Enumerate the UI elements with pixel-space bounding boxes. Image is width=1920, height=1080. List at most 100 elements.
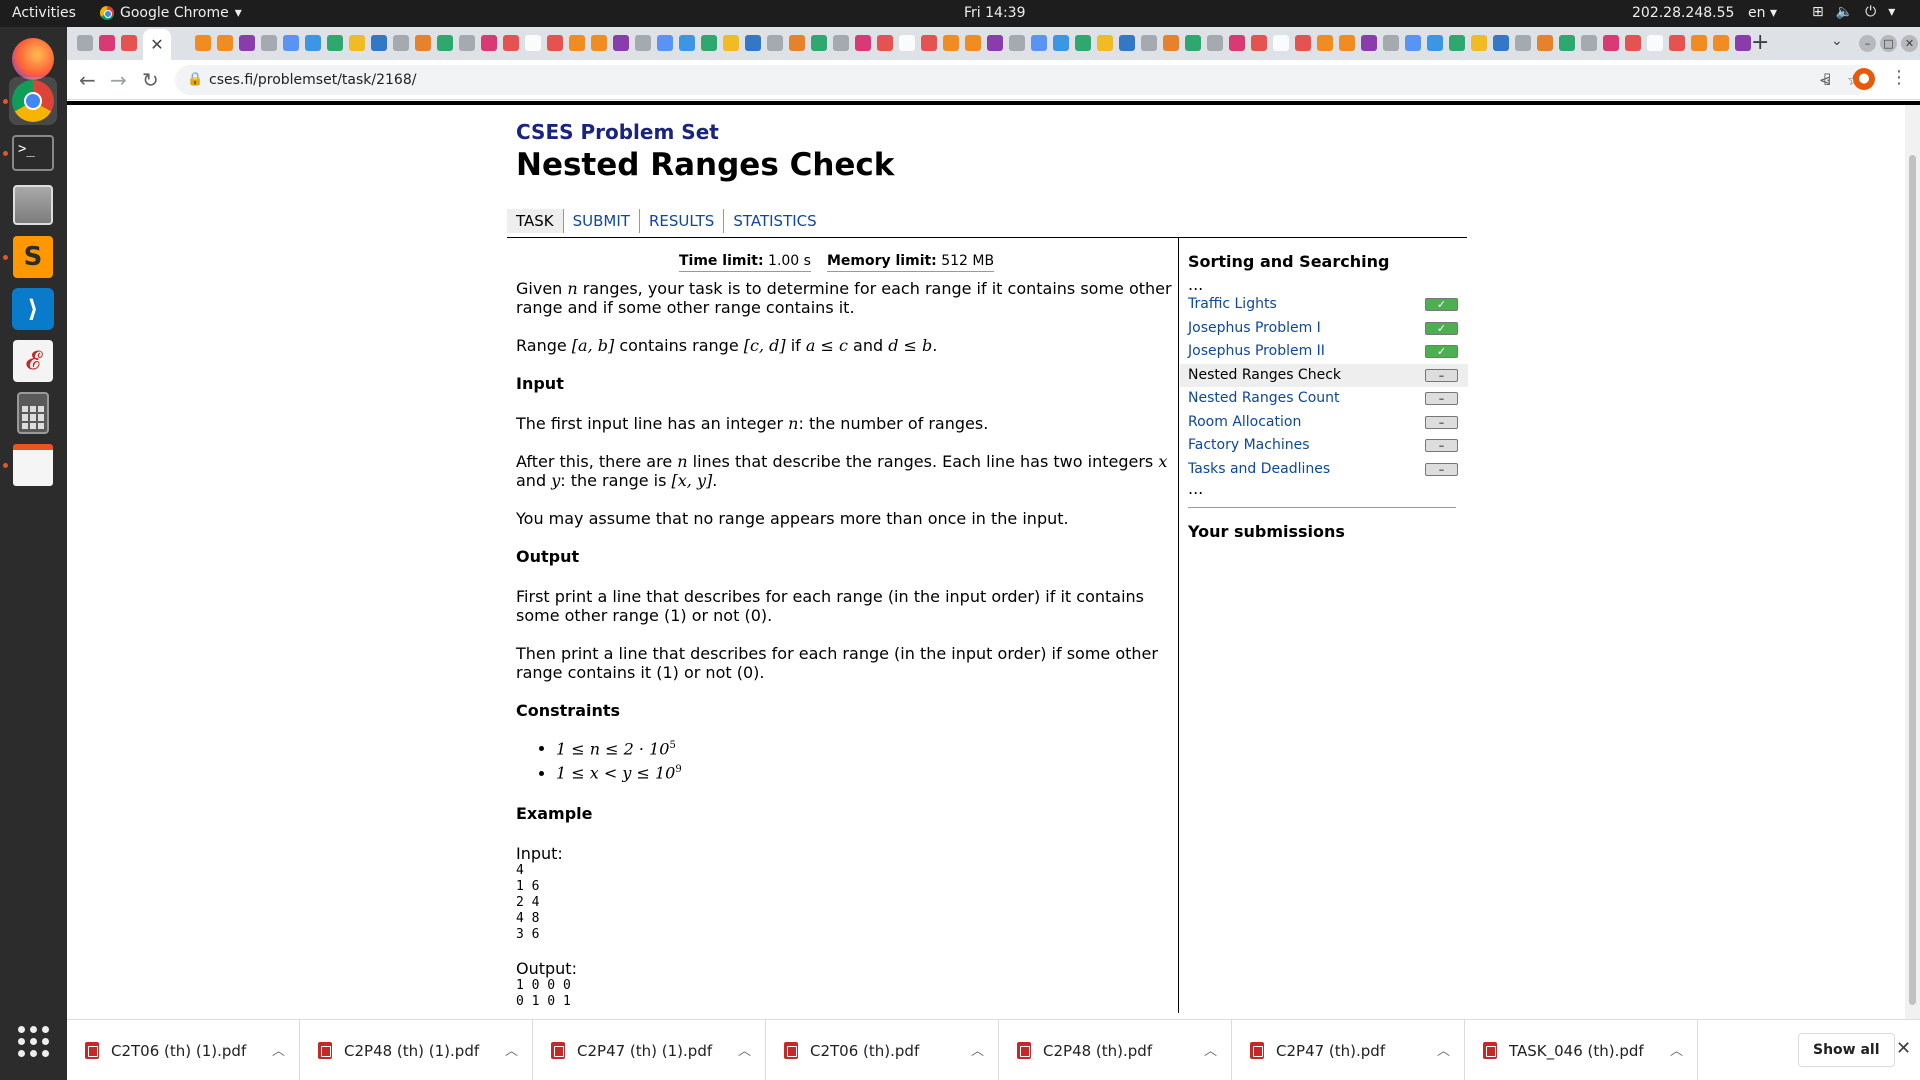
tab-favicon[interactable] [525, 35, 541, 51]
tab-task[interactable]: TASK [507, 209, 564, 233]
sidebar-task-item[interactable]: Josephus Problem II ✓ [1188, 340, 1468, 364]
tab-favicon[interactable] [305, 35, 321, 51]
tab-favicon[interactable] [1097, 35, 1113, 51]
chevron-up-icon[interactable]: ︿ [1437, 1040, 1450, 1059]
url-text[interactable]: cses.fi/problemset/task/2168/ [209, 72, 416, 88]
download-item[interactable]: C2P47 (th) (1).pdf ︿ [533, 1020, 766, 1080]
tab-favicon[interactable] [789, 35, 805, 51]
dock-firefox[interactable] [9, 35, 57, 83]
sidebar-task-item[interactable]: Nested Ranges Check – [1180, 363, 1468, 387]
tab-favicon[interactable] [811, 35, 827, 51]
menu-kebab-icon[interactable]: ⋮ [1890, 67, 1908, 88]
close-icon[interactable]: ✕ [1896, 1038, 1911, 1059]
tab-favicon[interactable] [1713, 35, 1729, 51]
tab-favicon[interactable] [371, 35, 387, 51]
tab-favicon[interactable] [1691, 35, 1707, 51]
sidebar-task-item[interactable]: Tasks and Deadlines – [1188, 458, 1468, 482]
minimize-icon[interactable]: – [1859, 35, 1876, 52]
page-scrollbar[interactable] [1905, 105, 1920, 1019]
close-window-icon[interactable]: ✕ [1901, 35, 1918, 52]
tab-favicon[interactable] [833, 35, 849, 51]
sidebar-task-item[interactable]: Room Allocation – [1188, 411, 1468, 435]
sidebar-task-link[interactable]: Nested Ranges Count [1188, 390, 1340, 406]
download-item[interactable]: C2T06 (th) (1).pdf ︿ [67, 1020, 300, 1080]
chevron-up-icon[interactable]: ︿ [738, 1040, 751, 1059]
sidebar-task-link[interactable]: Josephus Problem I [1188, 320, 1321, 336]
tab-favicon[interactable] [855, 35, 871, 51]
sidebar-task-link[interactable]: Nested Ranges Check [1188, 367, 1341, 383]
tab-favicon[interactable] [1273, 35, 1289, 51]
tab-favicon[interactable] [437, 35, 453, 51]
tab-favicon[interactable] [723, 35, 739, 51]
tab-favicon[interactable] [1361, 35, 1377, 51]
tab-favicon[interactable] [1405, 35, 1421, 51]
language-indicator[interactable]: en ▾ [1748, 5, 1777, 21]
tab-favicon[interactable] [393, 35, 409, 51]
tab-favicon[interactable] [1053, 35, 1069, 51]
app-menu[interactable]: Google Chrome ▾ [100, 5, 242, 21]
site-title-link[interactable]: CSES Problem Set [516, 120, 719, 144]
tab-favicon[interactable] [1207, 35, 1223, 51]
download-item[interactable]: C2P48 (th) (1).pdf ︿ [300, 1020, 533, 1080]
tab-favicon[interactable] [327, 35, 343, 51]
ip-indicator[interactable]: 202.28.248.55 [1632, 5, 1734, 21]
tab-favicon[interactable] [217, 35, 233, 51]
chevron-up-icon[interactable]: ︿ [505, 1040, 518, 1059]
maximize-icon[interactable]: □ [1880, 35, 1897, 52]
dock-terminal[interactable]: >_ [9, 129, 57, 177]
tab-favicon[interactable] [943, 35, 959, 51]
dock-document-viewer[interactable]: 𝓔 [9, 337, 57, 385]
new-tab-button[interactable]: + [1751, 30, 1769, 55]
tab-favicon[interactable] [1229, 35, 1245, 51]
tab-submit[interactable]: SUBMIT [564, 209, 640, 233]
tab-favicon[interactable] [283, 35, 299, 51]
tab-favicon[interactable] [195, 35, 211, 51]
tab-favicon[interactable] [1427, 35, 1443, 51]
scrollbar-thumb[interactable] [1909, 155, 1916, 1005]
sidebar-task-item[interactable]: Nested Ranges Count – [1188, 387, 1468, 411]
tab-favicon[interactable] [1163, 35, 1179, 51]
tab-favicon[interactable] [1625, 35, 1641, 51]
dock-vscode[interactable]: ⟩ [9, 285, 57, 333]
tab-favicon[interactable] [1515, 35, 1531, 51]
tab-statistics[interactable]: STATISTICS [724, 209, 825, 233]
tab-favicon[interactable] [503, 35, 519, 51]
tab-favicon[interactable] [701, 35, 717, 51]
tab-favicon[interactable] [1647, 35, 1663, 51]
tab-favicon[interactable] [1471, 35, 1487, 51]
tab-favicon[interactable] [121, 35, 137, 51]
back-icon[interactable]: ← [79, 68, 96, 92]
tab-favicon[interactable] [1251, 35, 1267, 51]
tab-favicon[interactable] [1141, 35, 1157, 51]
tab-favicon[interactable] [1383, 35, 1399, 51]
show-all-button[interactable]: Show all [1798, 1033, 1895, 1067]
tab-favicon[interactable] [1031, 35, 1047, 51]
tab-favicon[interactable] [1339, 35, 1355, 51]
tab-favicon[interactable] [1075, 35, 1091, 51]
sidebar-task-link[interactable]: Tasks and Deadlines [1188, 461, 1330, 477]
download-item[interactable]: C2P47 (th).pdf ︿ [1232, 1020, 1465, 1080]
tab-favicon[interactable] [1449, 35, 1465, 51]
sidebar-task-link[interactable]: Room Allocation [1188, 414, 1301, 430]
tab-favicon[interactable] [349, 35, 365, 51]
tab-favicon[interactable] [1581, 35, 1597, 51]
dock-files[interactable] [9, 181, 57, 229]
tab-favicon[interactable] [261, 35, 277, 51]
activities-button[interactable]: Activities [12, 5, 76, 21]
dock-calculator[interactable] [9, 389, 57, 437]
download-item[interactable]: C2T06 (th).pdf ︿ [766, 1020, 999, 1080]
tab-favicon[interactable] [1559, 35, 1575, 51]
lock-icon[interactable]: 🔒 [187, 72, 203, 87]
download-item[interactable]: TASK_046 (th).pdf ︿ [1465, 1020, 1698, 1080]
dock-chrome[interactable] [9, 77, 57, 125]
tab-favicon[interactable] [1669, 35, 1685, 51]
tab-favicon[interactable] [635, 35, 651, 51]
forward-icon[interactable]: → [110, 68, 127, 92]
tab-results[interactable]: RESULTS [640, 209, 725, 233]
profile-avatar[interactable]: ● [1853, 68, 1875, 90]
tab-favicon[interactable] [239, 35, 255, 51]
chevron-up-icon[interactable]: ︿ [1204, 1040, 1217, 1059]
reload-icon[interactable]: ↻ [142, 68, 159, 92]
sidebar-task-item[interactable]: Traffic Lights ✓ [1188, 293, 1468, 317]
address-bar[interactable]: 🔒 cses.fi/problemset/task/2168/ ⋖ ☆ [175, 65, 1871, 95]
